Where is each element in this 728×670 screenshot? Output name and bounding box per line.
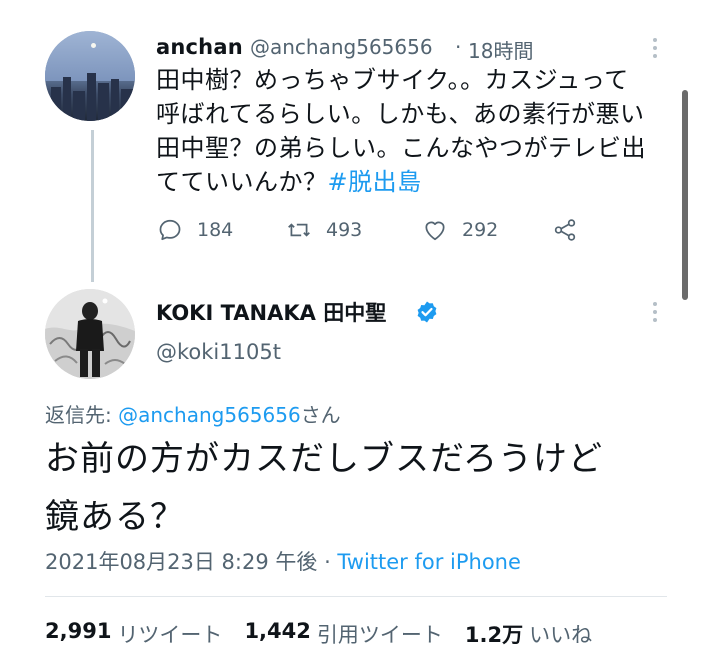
- replying-to-suffix: さん: [300, 403, 341, 427]
- main-tweet-text: お前の方がカスだしブスだろうけど 鏡ある？: [45, 430, 685, 546]
- avatar-building: [51, 87, 61, 121]
- main-tweet-line: 鏡ある？: [45, 497, 185, 537]
- likes-label[interactable]: いいね: [529, 619, 592, 649]
- more-vertical-icon[interactable]: [650, 300, 660, 324]
- reply-button[interactable]: 184: [157, 216, 233, 244]
- tweet-text-line: てていいんか？#脱出島: [156, 165, 666, 199]
- avatar-building: [121, 89, 133, 121]
- replying-to-prefix: 返信先:: [45, 403, 119, 427]
- avatar-building: [73, 91, 85, 121]
- quote-tweets-number[interactable]: 1,442: [244, 619, 310, 649]
- tweet-source[interactable]: Twitter for iPhone: [337, 550, 521, 574]
- tweet-timestamp[interactable]: 2021年08月23日 8:29 午後 ·: [45, 550, 337, 574]
- avatar-photo: [45, 289, 135, 379]
- hashtag-link[interactable]: #脱出島: [328, 168, 422, 196]
- like-icon: [425, 221, 445, 241]
- parent-tweet-text: 田中樹？めっちゃブサイク。。カスジュって 呼ばれてるらしい。しかも、あの素行が悪…: [156, 63, 666, 199]
- reply-count: 184: [197, 219, 234, 241]
- likes-number[interactable]: 1.2万: [465, 619, 523, 649]
- parent-author-handle[interactable]: @anchang565656: [250, 35, 433, 59]
- separator-dot: ·: [455, 35, 462, 59]
- tweet-text-line: 田中聖？の弟らしい。こんなやつがテレビ出: [156, 134, 646, 162]
- tweet-text-line: 田中樹？めっちゃブサイク。。カスジュって: [156, 66, 629, 94]
- parent-tweet-time[interactable]: 18時間: [468, 35, 533, 64]
- tweet-text-line: 呼ばれてるらしい。しかも、あの素行が悪い: [156, 100, 645, 128]
- parent-author-name[interactable]: anchan: [156, 35, 243, 59]
- retweet-button[interactable]: 493: [286, 216, 362, 244]
- share-icon: [554, 219, 576, 241]
- tweet-text-segment: てていいんか？: [156, 168, 328, 196]
- reply-icon: [159, 219, 181, 241]
- avatar-moon: [91, 43, 96, 48]
- retweet-icon: [288, 223, 310, 237]
- verified-badge-icon: [415, 300, 439, 324]
- avatar-building: [98, 83, 109, 121]
- retweets-number[interactable]: 2,991: [45, 619, 111, 649]
- avatar-building: [63, 77, 71, 121]
- avatar-building: [111, 79, 119, 121]
- author-handle[interactable]: @koki1105t: [156, 340, 281, 364]
- quote-tweets-label[interactable]: 引用ツイート: [317, 619, 443, 649]
- main-tweet-line: お前の方がカスだしブスだろうけど: [45, 439, 603, 479]
- like-button[interactable]: 292: [422, 216, 498, 244]
- like-count: 292: [462, 219, 499, 241]
- retweets-label[interactable]: リツイート: [117, 619, 222, 649]
- more-vertical-icon[interactable]: [650, 36, 660, 60]
- retweet-count: 493: [326, 219, 363, 241]
- share-button[interactable]: [552, 216, 592, 244]
- replying-to: 返信先: @anchang565656さん: [45, 399, 341, 428]
- avatar-koki-tanaka[interactable]: [45, 289, 135, 379]
- avatar-building: [87, 73, 96, 121]
- divider: [45, 596, 667, 597]
- thread-connector-line: [91, 130, 94, 282]
- tweet-meta: 2021年08月23日 8:29 午後 · Twitter for iPhone: [45, 546, 521, 576]
- engagement-stats: 2,991 リツイート 1,442 引用ツイート 1.2万 いいね: [45, 619, 614, 649]
- replying-to-mention[interactable]: @anchang565656: [118, 403, 301, 427]
- avatar-anchan[interactable]: [45, 31, 135, 121]
- author-name[interactable]: KOKI TANAKA 田中聖: [156, 297, 386, 327]
- scrollbar[interactable]: [682, 90, 688, 300]
